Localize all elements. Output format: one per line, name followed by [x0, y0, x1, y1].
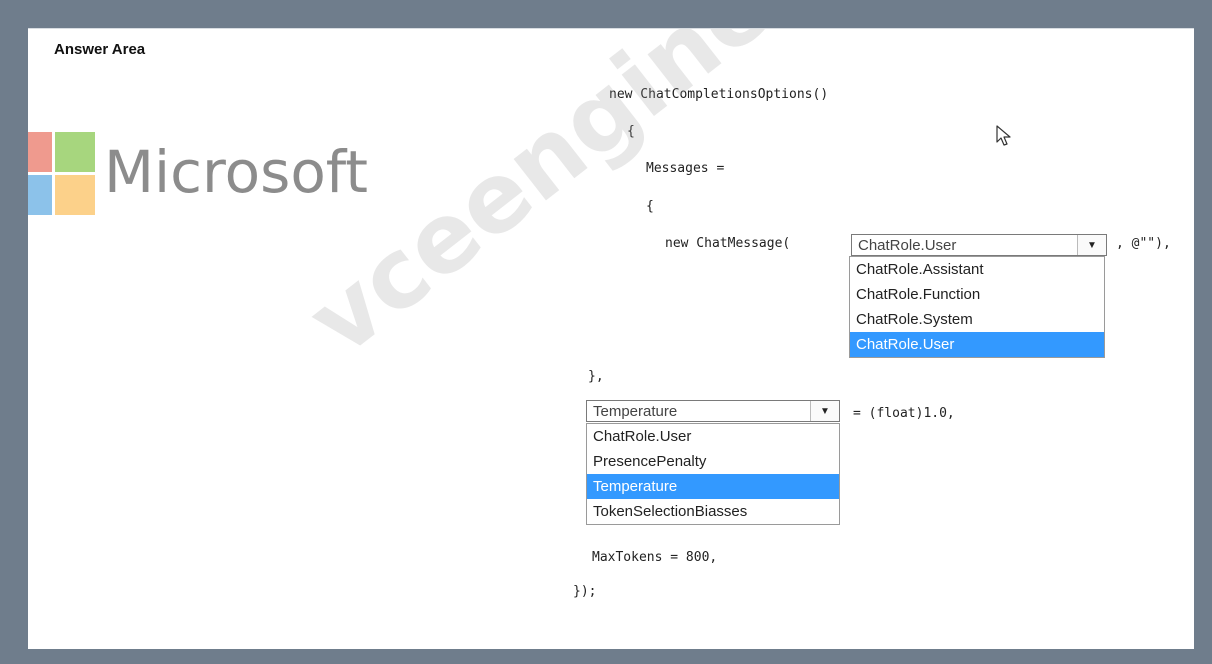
chatrole-dropdown-value: ChatRole.User: [858, 237, 957, 254]
parameter-listbox[interactable]: ChatRole.User PresencePenalty Temperatur…: [586, 423, 840, 525]
logo-yellow-square: [55, 175, 95, 215]
code-line-close: });: [573, 584, 597, 599]
listbox-option-chatrole-user[interactable]: ChatRole.User: [587, 424, 839, 449]
parameter-dropdown[interactable]: Temperature ▼: [586, 400, 840, 422]
chevron-down-icon[interactable]: ▼: [1077, 235, 1106, 255]
logo-wordmark: Microsoft: [104, 138, 368, 206]
chatrole-listbox[interactable]: ChatRole.Assistant ChatRole.Function Cha…: [849, 256, 1105, 358]
listbox-option-presence-penalty[interactable]: PresencePenalty: [587, 449, 839, 474]
answer-area-title: Answer Area: [54, 41, 146, 58]
listbox-option-system[interactable]: ChatRole.System: [850, 307, 1104, 332]
chevron-down-icon[interactable]: ▼: [810, 401, 839, 421]
code-line-messages-close: },: [588, 369, 604, 384]
listbox-option-token-selection-biasses[interactable]: TokenSelectionBiasses: [587, 499, 839, 524]
code-line-maxtokens: MaxTokens = 800,: [592, 550, 718, 565]
code-line-chatmessage: new ChatMessage(: [665, 236, 791, 251]
parameter-dropdown-value: Temperature: [593, 403, 678, 420]
listbox-option-temperature[interactable]: Temperature: [587, 474, 839, 499]
logo-red-square: [28, 132, 52, 172]
chatrole-dropdown[interactable]: ChatRole.User ▼: [851, 234, 1107, 256]
listbox-option-assistant[interactable]: ChatRole.Assistant: [850, 257, 1104, 282]
answer-area-panel: Answer Area Microsoft new ChatCompletion…: [28, 28, 1194, 649]
listbox-option-user[interactable]: ChatRole.User: [850, 332, 1104, 357]
code-line-temperature-value: = (float)1.0,: [853, 406, 955, 421]
code-line-options: new ChatCompletionsOptions(): [609, 87, 829, 102]
listbox-option-function[interactable]: ChatRole.Function: [850, 282, 1104, 307]
mouse-pointer-icon: [996, 125, 1011, 146]
code-line-messages: Messages =: [646, 161, 725, 176]
code-line-brace-open: {: [627, 124, 635, 139]
code-line-messages-brace: {: [646, 199, 654, 214]
code-line-chatmessage-suffix: , @""),: [1116, 236, 1171, 251]
logo-green-square: [55, 132, 95, 172]
logo-blue-square: [28, 175, 52, 215]
